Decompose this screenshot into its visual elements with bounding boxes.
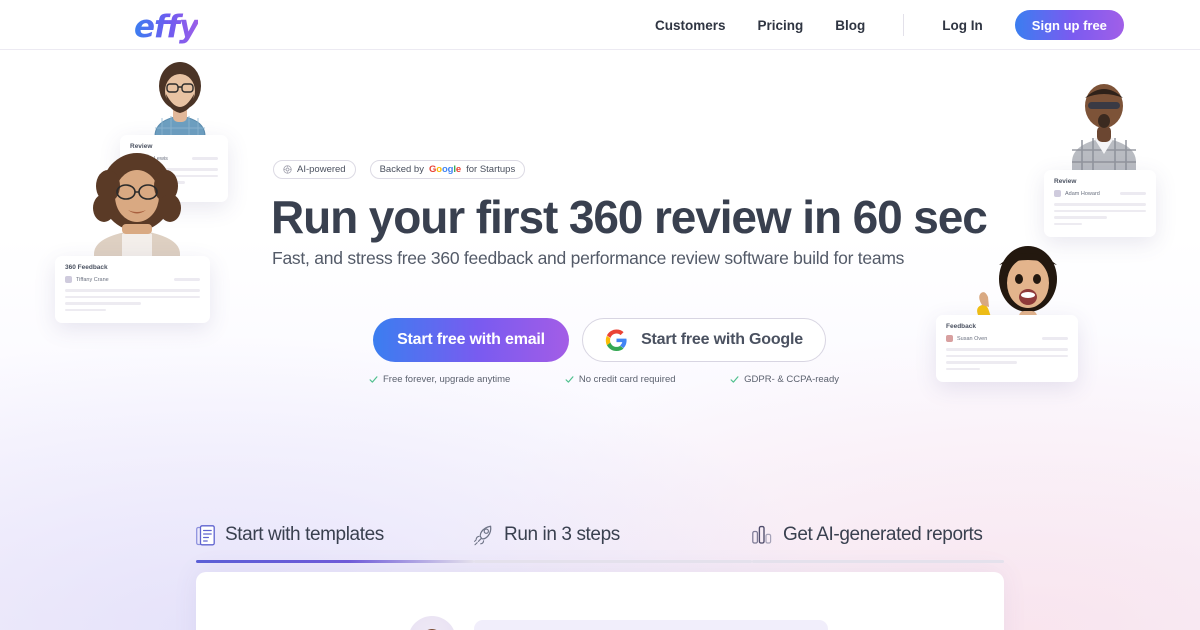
tab-get-ai-generated-reports[interactable]: Get AI-generated reports [752,518,1004,563]
tab-header[interactable]: Run in 3 steps [474,518,752,552]
tab-indicator [474,560,752,563]
tab-start-with-templates[interactable]: Start with templates [196,518,474,563]
nav-link-pricing[interactable]: Pricing [758,18,804,33]
reviewer-name-field[interactable]: Liam [474,620,828,630]
hero-feature-list: Free forever, upgrade anytime No credit … [369,374,839,385]
tab-indicator [752,560,1004,563]
hero-cta-group: Start free with email Start free with Go… [373,318,826,362]
hero-subheadline: Fast, and stress free 360 feedback and p… [272,248,905,268]
tab-label: Run in 3 steps [504,524,620,545]
effy-logo[interactable]: effy [134,9,199,45]
reviewer-row: Liam [408,616,828,630]
document-templates-icon [196,524,215,545]
nav-divider [903,14,905,36]
check-icon [730,376,739,383]
feature-label: No credit card required [578,374,676,385]
login-link[interactable]: Log In [942,18,983,33]
google-wordmark: Google [428,164,462,175]
start-free-with-email-button[interactable]: Start free with email [373,318,569,362]
badge-ai-powered: AI-powered [273,160,356,179]
signup-button[interactable]: Sign up free [1014,10,1124,40]
hero-badges: AI-powered Backed by Google for Startups [273,160,526,179]
reviewer-avatar [408,616,456,630]
hero-headline: Run your first 360 review in 60 sec [271,191,988,243]
feature-item: No credit card required [565,374,676,385]
badge-label: AI-powered [297,164,346,175]
badge-suffix: for Startups [466,164,516,175]
site-header: effy Customers Pricing Blog Log In Sign … [0,0,1200,50]
tab-header[interactable]: Get AI-generated reports [752,518,1004,552]
feature-tabs: Start with templates Run in 3 steps Get … [196,518,1004,563]
tab-label: Start with templates [225,524,384,545]
bar-chart-icon [752,525,772,544]
tab-label: Get AI-generated reports [783,524,983,545]
feature-item: GDPR- & CCPA-ready [730,374,839,385]
tab-run-in-3-steps[interactable]: Run in 3 steps [474,518,752,563]
check-icon [565,376,574,383]
google-button-label: Start free with Google [641,331,803,348]
templates-preview-panel: Liam [196,572,1004,630]
check-icon [369,376,378,383]
badge-backed-by-google: Backed by Google for Startups [369,160,526,179]
feature-label: GDPR- & CCPA-ready [744,374,839,385]
nav-link-blog[interactable]: Blog [835,18,865,33]
ai-sparkle-icon [283,165,292,174]
rocket-icon [474,525,492,545]
badge-prefix: Backed by [379,164,424,175]
tab-active-indicator [196,560,474,563]
main-navigation: Customers Pricing Blog Log In Sign up fr… [655,0,1124,50]
start-free-with-google-button[interactable]: Start free with Google [582,318,826,362]
feature-item: Free forever, upgrade anytime [369,374,510,385]
feature-label: Free forever, upgrade anytime [383,374,511,385]
nav-link-customers[interactable]: Customers [655,18,726,33]
tab-header[interactable]: Start with templates [196,518,474,552]
google-g-icon [605,328,627,351]
hero-section: AI-powered Backed by Google for Startups… [0,50,1200,400]
